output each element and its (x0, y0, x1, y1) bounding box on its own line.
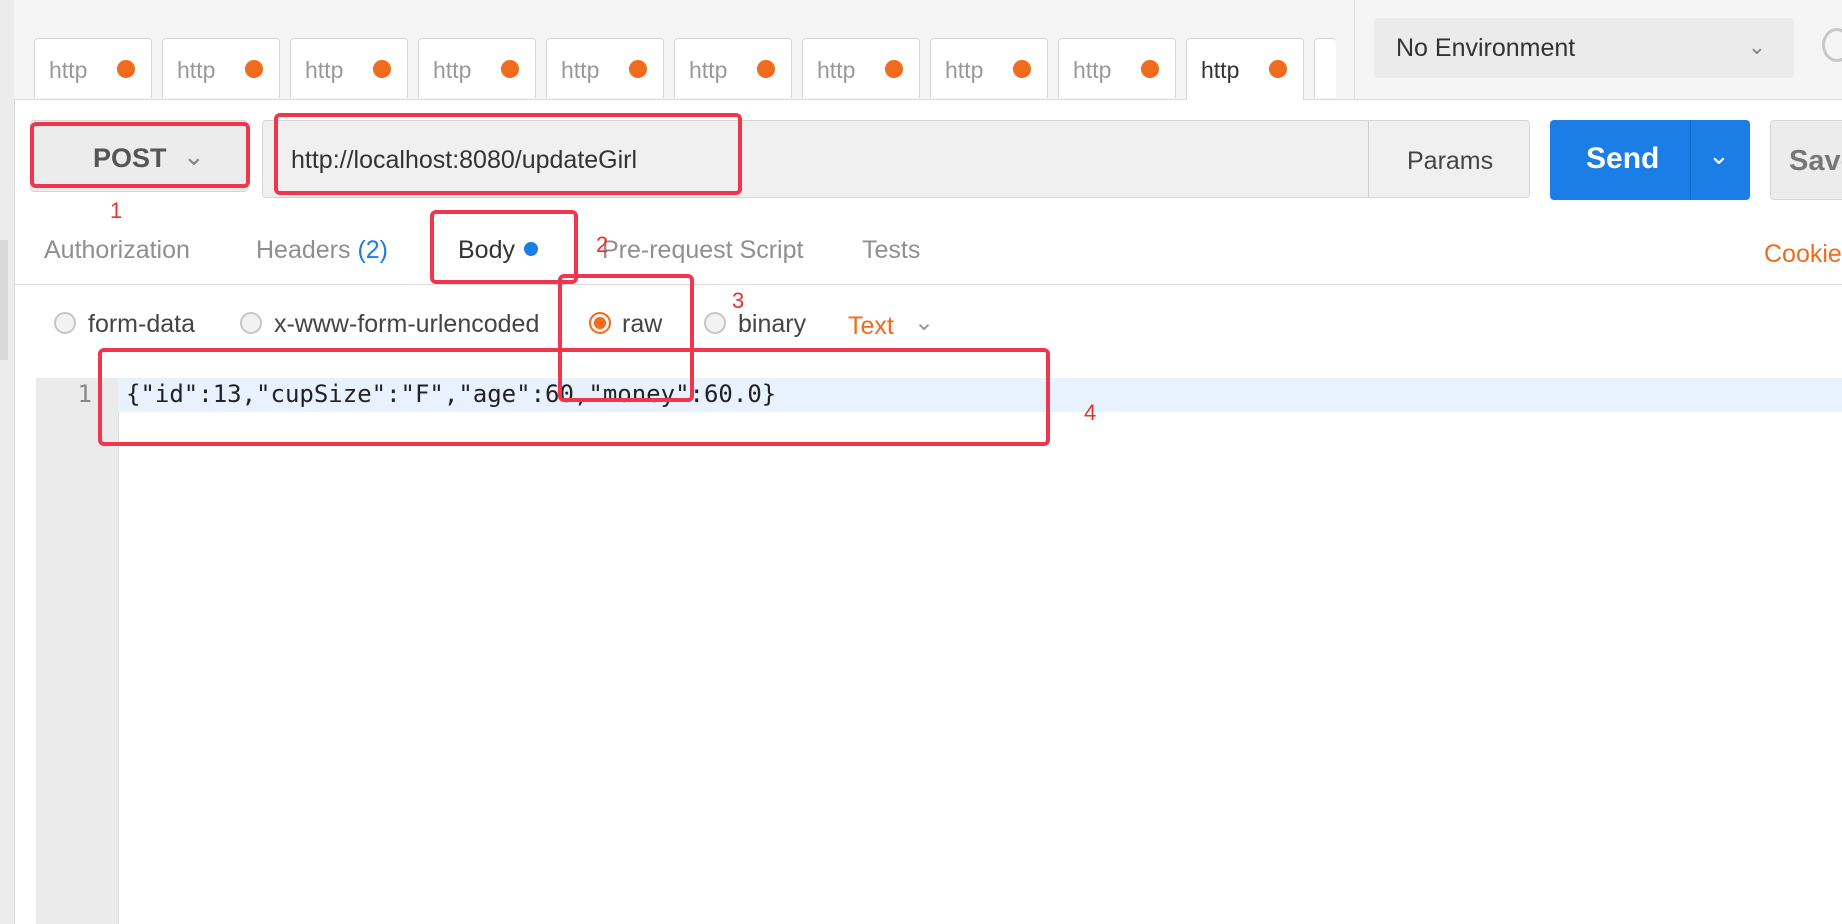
annotation-number: 2 (596, 232, 609, 257)
tab-label: http (689, 57, 728, 83)
radio-urlencoded[interactable] (240, 312, 262, 334)
headers-count: (2) (357, 236, 389, 264)
tab-label: http (177, 57, 216, 83)
request-tab[interactable]: http (674, 38, 792, 98)
left-sidebar-edge (0, 0, 15, 924)
request-tab[interactable]: http (162, 38, 280, 98)
annotation-box-method (30, 122, 250, 188)
annotation-number: 1 (110, 198, 123, 223)
radio-form-data[interactable] (54, 312, 76, 334)
editor-gutter (36, 378, 119, 924)
request-tab[interactable]: http (1058, 38, 1176, 98)
send-divider (1690, 120, 1691, 200)
tab-headers[interactable]: Headers (2) (256, 236, 388, 265)
request-tab[interactable]: http (418, 38, 536, 98)
annotation-box-url (274, 113, 742, 195)
chevron-down-icon[interactable]: ⌄ (1708, 140, 1730, 171)
send-button[interactable]: Send ⌄ (1550, 120, 1750, 200)
option-binary-label[interactable]: binary (738, 310, 806, 339)
tab-label: http (49, 57, 88, 83)
unsaved-dot-icon (245, 60, 263, 78)
environment-select-value: No Environment (1396, 34, 1576, 62)
params-button[interactable]: Params (1368, 120, 1530, 198)
request-tab[interactable]: http (930, 38, 1048, 98)
annotation-box-code (98, 348, 1050, 446)
tab-tests[interactable]: Tests (862, 236, 920, 265)
tab-label: http (433, 57, 472, 83)
request-tab-active[interactable]: http (1186, 38, 1304, 100)
unsaved-dot-icon (501, 60, 519, 78)
request-tab-bar: http http http http http http http http … (14, 0, 1354, 100)
tab-label: http (305, 57, 344, 83)
chevron-down-icon: ⌄ (1747, 34, 1766, 59)
save-label: Save (1789, 145, 1842, 177)
unsaved-dot-icon (629, 60, 647, 78)
chevron-down-icon[interactable]: ⌄ (914, 308, 934, 337)
request-tab-overflow[interactable] (1314, 38, 1336, 98)
request-tab[interactable]: http (34, 38, 152, 98)
unsaved-dot-icon (1269, 60, 1287, 78)
unsaved-dot-icon (885, 60, 903, 78)
content-type-select[interactable]: Text (848, 312, 894, 341)
tab-label: http (561, 57, 600, 83)
tab-label: http (1073, 57, 1112, 83)
request-tab[interactable]: http (802, 38, 920, 98)
sidebar-scroll-handle[interactable] (0, 240, 8, 360)
send-label: Send (1586, 142, 1660, 175)
request-subtabs: Authorization Headers (2) Body Pre-reque… (14, 210, 1842, 285)
headers-label: Headers (256, 236, 351, 264)
tab-authorization[interactable]: Authorization (44, 236, 190, 265)
annotation-number: 4 (1084, 400, 1097, 425)
request-tab[interactable]: http (546, 38, 664, 98)
line-number: 1 (77, 380, 92, 408)
environment-select[interactable]: No Environment ⌄ (1374, 18, 1794, 78)
tab-label: http (1201, 57, 1240, 83)
save-button[interactable]: Save (1770, 120, 1842, 200)
option-urlencoded-label[interactable]: x-www-form-urlencoded (274, 310, 539, 339)
unsaved-dot-icon (117, 60, 135, 78)
radio-binary[interactable] (704, 312, 726, 334)
cookies-link[interactable]: Cookies (1764, 240, 1842, 269)
params-label: Params (1407, 147, 1494, 175)
unsaved-dot-icon (757, 60, 775, 78)
tab-label: http (945, 57, 984, 83)
request-tab[interactable]: http (290, 38, 408, 98)
annotation-box-body (430, 210, 578, 284)
tab-label: http (817, 57, 856, 83)
annotation-number: 3 (732, 288, 745, 313)
tab-prerequest-script[interactable]: Pre-request Script (602, 236, 803, 265)
unsaved-dot-icon (1141, 60, 1159, 78)
unsaved-dot-icon (373, 60, 391, 78)
unsaved-dot-icon (1013, 60, 1031, 78)
option-form-data-label[interactable]: form-data (88, 310, 195, 339)
